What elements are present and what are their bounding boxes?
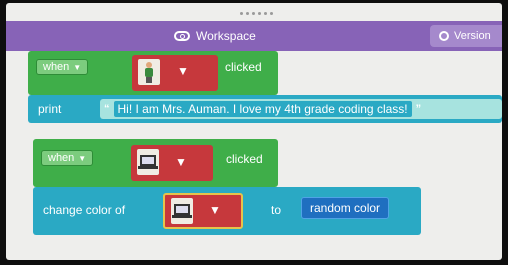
teacher-sprite-icon [138,59,160,85]
change-color-label: change color of [43,203,126,217]
target-sprite-picker[interactable]: ▼ [163,193,243,229]
workspace-icon [174,31,190,41]
header-bar: Workspace Version [6,21,502,51]
app-window: Workspace Version when ▼ ▼ clicked print … [6,3,502,260]
code-workspace[interactable]: when ▼ ▼ clicked print “ Hi! I am Mrs. Au… [6,51,502,260]
event-label-1: clicked [225,60,262,74]
print-text-field[interactable]: “ Hi! I am Mrs. Auman. I love my 4th gra… [100,99,502,119]
event-dropdown-1[interactable]: when ▼ [36,59,89,75]
when-clicked-block-2[interactable]: when ▼ ▼ clicked [33,139,278,187]
print-label: print [38,102,62,116]
tab-workspace[interactable]: Workspace [174,21,256,51]
sprite-picker-2[interactable]: ▼ [131,145,213,181]
chevron-down-icon: ▼ [78,154,87,163]
when-clicked-block-1[interactable]: when ▼ ▼ clicked [28,51,278,95]
tab-version[interactable]: Version [430,25,502,47]
tab-version-label: Version [454,30,491,42]
event-dropdown-2[interactable]: when ▼ [41,150,94,166]
color-value-field[interactable]: random color [301,197,390,219]
quote-close-icon: ” [415,103,422,115]
chevron-down-icon: ▼ [209,203,221,217]
chevron-down-icon: ▼ [175,155,187,169]
event-label-2: clicked [226,152,263,166]
color-value-label: random color [310,201,381,215]
print-block[interactable]: print “ Hi! I am Mrs. Auman. I love my 4… [28,95,502,123]
to-label: to [271,203,282,217]
laptop-sprite-icon [171,198,193,224]
event-dropdown-label: when [43,61,70,73]
gear-icon [439,31,449,41]
print-text-value: Hi! I am Mrs. Auman. I love my 4th grade… [113,101,412,117]
change-color-block[interactable]: change color of ▼ to random color [33,187,421,235]
laptop-sprite-icon [137,149,159,175]
quote-open-icon: “ [104,103,110,115]
event-dropdown-label: when [48,152,75,164]
tab-workspace-label: Workspace [196,29,256,43]
chevron-down-icon: ▼ [73,63,82,72]
sprite-picker-1[interactable]: ▼ [132,55,218,91]
window-grabber[interactable] [206,7,306,19]
chevron-down-icon: ▼ [177,64,189,78]
